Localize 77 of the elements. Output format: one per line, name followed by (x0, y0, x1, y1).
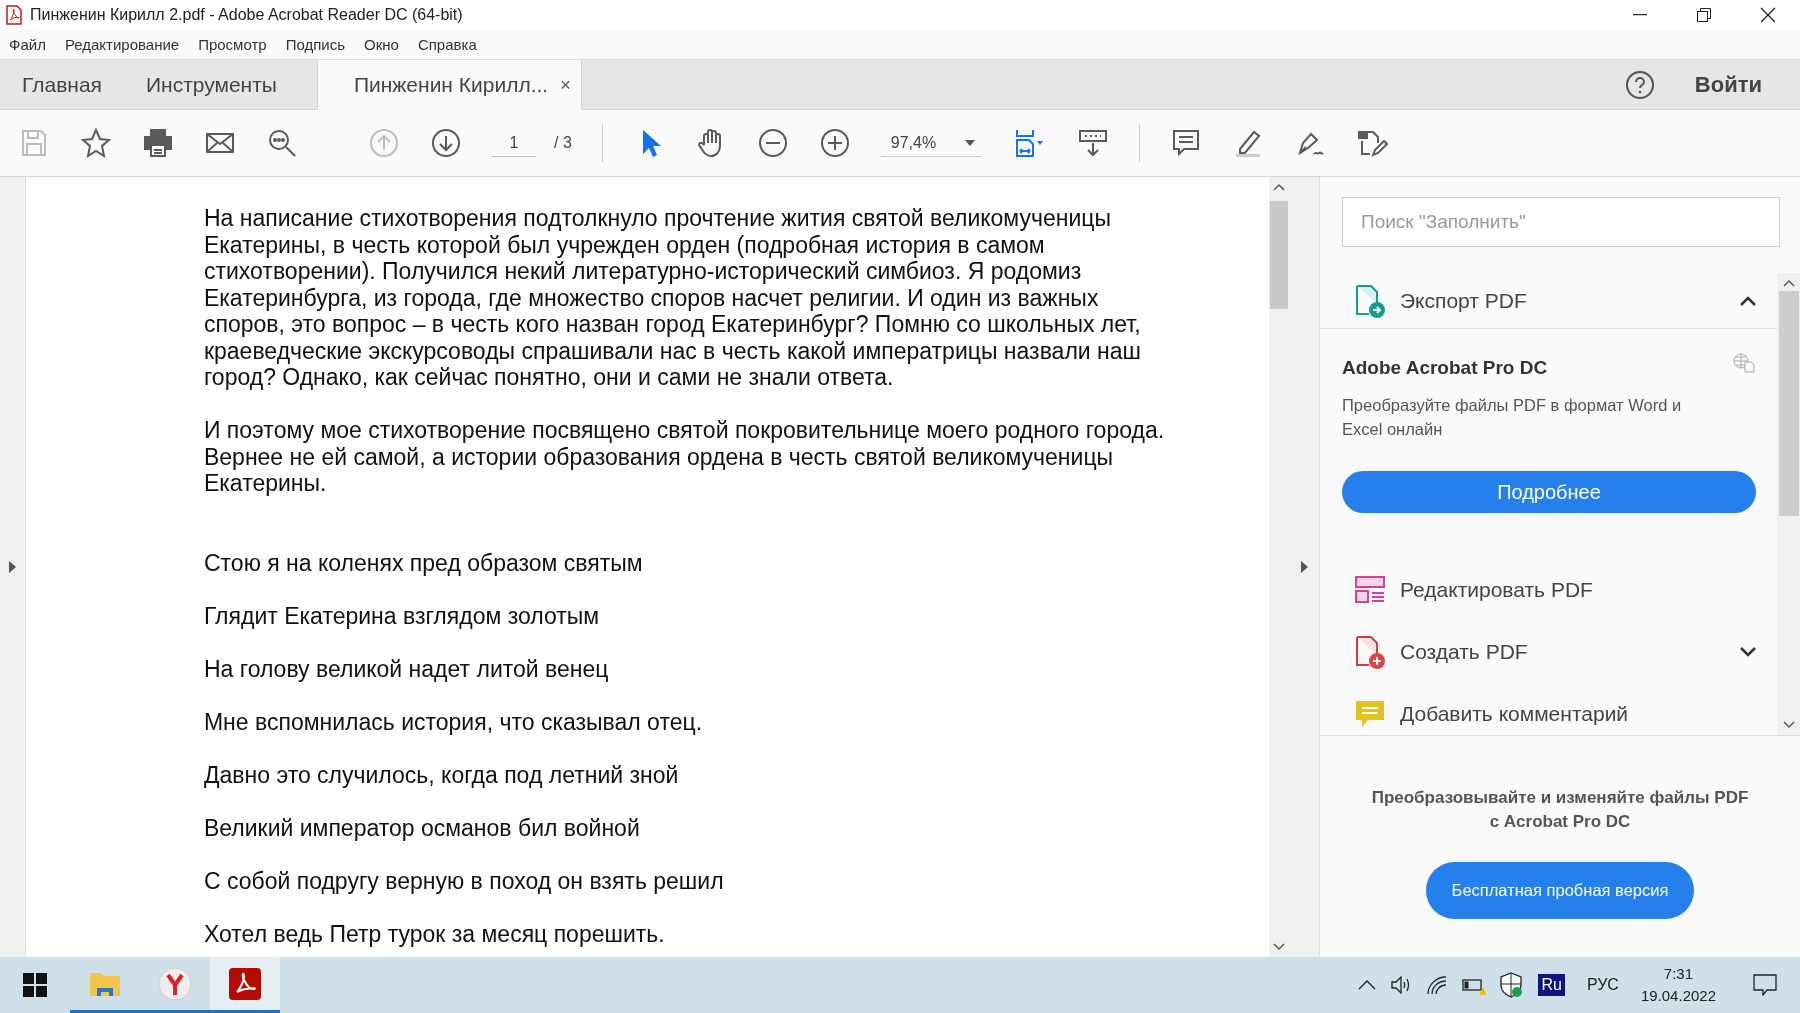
window-title: Пинженин Кирилл 2.pdf - Adobe Acrobat Reader DC (64-bit) (30, 6, 464, 24)
zoom-out-icon[interactable] (756, 127, 789, 159)
free-trial-button[interactable]: Бесплатная пробная версия (1425, 862, 1695, 919)
search-field[interactable]: Поиск "Заполнить" (1342, 197, 1780, 247)
export-pdf-item[interactable]: Экспорт PDF (1320, 273, 1777, 329)
promo-text: Преобразовывайте и изменяйте файлы PDF с Acrobat Pro DC (1370, 787, 1750, 833)
text-line: город? Однако, как сейчас понятно, они и сами не знали ответа. (203, 364, 894, 391)
close-tab-icon[interactable]: × (560, 74, 571, 96)
verse-line: Давно это случилось, когда под летний зной (203, 761, 679, 788)
help-icon[interactable] (1624, 69, 1655, 100)
text-line: стихотворении). Получился некий литературно-исторический симбиоз. Я родомиз (203, 258, 1082, 285)
sign-in-link[interactable]: Войти (1694, 71, 1762, 98)
more-button[interactable]: Подробнее (1342, 471, 1756, 513)
scroll-up-icon[interactable] (1273, 183, 1286, 191)
scroll-down-icon[interactable] (1782, 721, 1795, 729)
taskbar-app[interactable] (210, 957, 280, 1013)
page-total: / 3 (554, 134, 572, 152)
verse-line: Хотел ведь Петр турок за месяц порешить. (203, 920, 665, 947)
scrollbar-thumb[interactable] (1778, 291, 1799, 516)
menu-item[interactable]: Окно (364, 36, 399, 53)
print-icon[interactable] (142, 127, 174, 159)
pdf-file-icon (6, 5, 22, 25)
page-number-field[interactable]: 1 (492, 129, 536, 157)
text-line: Екатерины, в честь которой был учрежден орден (подробная история в самом (203, 231, 1045, 258)
tool-item[interactable]: Добавить комментарий (1320, 683, 1777, 735)
edit-pdf-icon (1354, 574, 1386, 606)
verse-line: С собой подругу верную в поход он взять решил (203, 867, 724, 894)
menu-item[interactable]: Справка (417, 36, 477, 53)
tab[interactable]: Пинженин Кирилл... × (316, 60, 582, 110)
bookmark-icon[interactable] (80, 127, 112, 159)
menu-item[interactable]: Файл (9, 36, 46, 53)
pdf-app-icon (229, 967, 261, 1000)
wifi-icon[interactable] (1426, 975, 1449, 995)
tab[interactable]: Главная (0, 60, 124, 109)
scrollbar[interactable] (1269, 177, 1290, 957)
notification-icon[interactable] (1753, 974, 1777, 996)
input-method-badge[interactable]: Ru (1538, 974, 1565, 996)
tool-item[interactable]: Создать PDF (1320, 621, 1777, 683)
zoom-dropdown[interactable]: 97,4% (880, 129, 981, 157)
card-title: Adobe Acrobat Pro DC (1342, 357, 1548, 379)
language-indicator[interactable]: РУС (1586, 976, 1619, 994)
text-line: Вернее не ей самой, а истории образования ордена в честь святой великомученицы (203, 443, 1114, 470)
globe-document-icon (1733, 353, 1755, 373)
text-line: краеведческие экскурсоводы спрашивали нас в честь какой императрицы назвали наш (203, 337, 1141, 364)
scrollbar-thumb[interactable] (1270, 201, 1289, 309)
menu-item[interactable]: Редактирование (64, 36, 180, 53)
next-page-icon[interactable] (430, 127, 462, 159)
scroll-mode-icon[interactable] (1076, 127, 1109, 159)
verse-line: Стою я на коленях пред образом святым (203, 549, 643, 576)
scroll-up-icon[interactable] (1782, 279, 1795, 287)
text-line: И поэтому мое стихотворение посвящено святой покровительнице моего родного города. (203, 417, 1165, 444)
zoom-in-icon[interactable] (818, 127, 851, 159)
text-line: Екатерины. (203, 470, 327, 497)
menu-item[interactable]: Просмотр (198, 36, 267, 53)
verse-line: Глядит Екатерина взглядом золотым (203, 602, 600, 629)
create-pdf-icon (1354, 635, 1386, 669)
tab[interactable]: Инструменты (123, 60, 299, 109)
shield-icon[interactable] (1500, 972, 1525, 998)
scroll-down-icon[interactable] (1273, 943, 1286, 951)
expand-arrow-icon[interactable] (8, 561, 17, 573)
chevron-up-icon[interactable] (1358, 980, 1377, 990)
panel-scrollbar[interactable] (1777, 273, 1800, 735)
tool-item[interactable]: Редактировать PDF (1320, 559, 1777, 621)
verse-line: На голову великой надет литой венец (203, 655, 609, 682)
menu-item[interactable]: Подпись (285, 36, 346, 53)
browser-logo-icon (158, 966, 192, 1001)
export-pdf-icon (1354, 283, 1386, 318)
text-line: споров, это вопрос – в честь кого назван город Екатеринбург? Помню со школьных лет, (203, 311, 1141, 338)
windows-logo-icon (23, 973, 47, 997)
find-icon[interactable] (266, 127, 298, 159)
text-line: На написание стихотворения подтолкнуло прочтение жития святой великомученицы (203, 205, 1111, 232)
expand-arrow-icon[interactable] (1300, 561, 1308, 573)
verse-line: Мне вспомнилась история, что сказывал отец. (203, 708, 703, 735)
card-description: Преобразуйте файлы PDF в формат Word и Excel онлайн (1342, 395, 1683, 440)
clock[interactable]: 7:31 19.04.2022 (1640, 963, 1716, 1007)
text-line: Екатеринбурга, из города, где множество споров насчет религии. И один из важных (203, 284, 1099, 311)
verse-line: Великий император османов бил войной (203, 814, 640, 841)
